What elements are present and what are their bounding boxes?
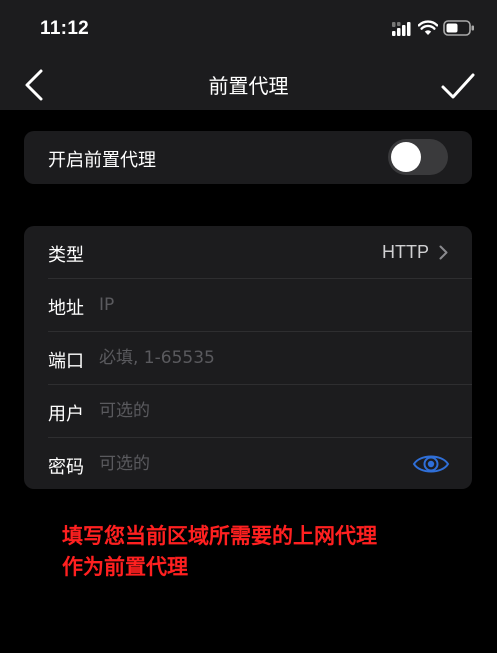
user-input[interactable] xyxy=(99,394,399,428)
password-label: 密码 xyxy=(48,457,84,478)
eye-icon[interactable] xyxy=(412,451,450,477)
type-row[interactable]: 类型 HTTP xyxy=(24,226,472,279)
user-label: 用户 xyxy=(48,404,84,425)
address-label: 地址 xyxy=(48,298,84,319)
annotation-line-2: 作为前置代理 xyxy=(62,555,188,579)
annotation-line-1: 填写您当前区域所需要的上网代理 xyxy=(62,524,377,548)
toggle-label: 开启前置代理 xyxy=(48,150,156,171)
password-input[interactable] xyxy=(99,447,389,481)
nav-bar: 前置代理 xyxy=(0,58,497,110)
status-time: 11:12 xyxy=(40,18,90,39)
chevron-right-icon xyxy=(439,245,448,260)
checkmark-icon[interactable] xyxy=(440,72,476,100)
front-proxy-toggle[interactable] xyxy=(388,139,448,175)
password-row: 密码 xyxy=(24,438,472,489)
proxy-form-card: 类型 HTTP 地址 端口 用户 密码 xyxy=(24,226,472,489)
page-title: 前置代理 xyxy=(208,74,289,98)
port-label: 端口 xyxy=(48,351,84,372)
wifi-icon xyxy=(418,20,438,35)
toggle-knob xyxy=(391,142,421,172)
status-bar: 11:12 xyxy=(0,0,497,58)
address-row: 地址 xyxy=(24,279,472,332)
type-value: HTTP xyxy=(382,242,429,262)
battery-icon xyxy=(443,20,474,36)
annotation-text: 填写您当前区域所需要的上网代理 作为前置代理 xyxy=(62,521,482,583)
address-input[interactable] xyxy=(99,288,399,322)
port-row: 端口 xyxy=(24,332,472,385)
port-input[interactable] xyxy=(99,341,399,375)
user-row: 用户 xyxy=(24,385,472,438)
signal-icon xyxy=(392,22,411,36)
type-label: 类型 xyxy=(48,245,84,266)
